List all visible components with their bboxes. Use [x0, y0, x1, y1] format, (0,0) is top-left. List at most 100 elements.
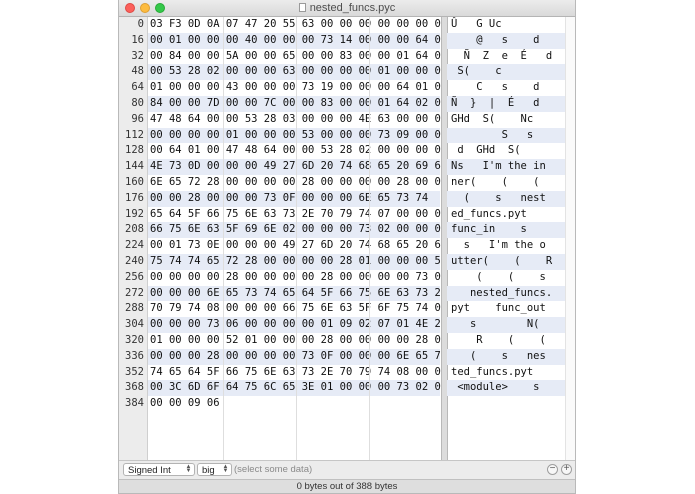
ascii-row[interactable]: ed_funcs.pyt [447, 207, 565, 223]
offset-label: 176 [125, 191, 144, 204]
offset-label: 288 [125, 302, 144, 315]
status-bar: 0 bytes out of 388 bytes [119, 479, 575, 493]
hex-row[interactable]: 00 00 09 06 [148, 396, 440, 412]
status-text: 0 bytes out of 388 bytes [296, 481, 398, 492]
ascii-row[interactable]: GHd S( Nc [447, 112, 565, 128]
hex-row[interactable]: 00 01 73 0E 00 00 00 49 27 6D 20 74 68 6… [148, 238, 447, 254]
hex-row[interactable]: 75 74 74 65 72 28 00 00 00 00 28 01 00 0… [148, 253, 447, 270]
hex-row[interactable]: 4E 73 0D 00 00 00 49 27 6D 20 74 68 65 2… [148, 159, 447, 175]
ascii-row[interactable]: Ns I'm the in [447, 159, 565, 175]
ascii-row[interactable]: ( s nes [447, 348, 565, 365]
hex-rows: 03 F3 0D 0A 07 47 20 55 63 00 00 00 00 0… [148, 17, 447, 412]
offset-label: 256 [125, 270, 144, 283]
ascii-row[interactable] [447, 396, 565, 412]
offset-label: 240 [125, 254, 144, 267]
offset-label: 0 [137, 18, 144, 30]
hex-pane[interactable]: 03 F3 0D 0A 07 47 20 55 63 00 00 00 00 0… [148, 17, 447, 460]
offset-label: 272 [125, 286, 144, 299]
hex-row[interactable]: 74 65 64 5F 66 75 6E 63 73 2E 70 79 74 0… [148, 365, 447, 381]
updown-arrows-icon: ▲ ▼ [222, 464, 229, 474]
hex-row[interactable]: 00 53 28 02 00 00 00 63 00 00 00 00 01 0… [148, 64, 447, 81]
hex-editor-window: nested_funcs.pyc 0 16 32 48 64 80 96 112 128 144 1… [118, 0, 576, 494]
hex-row[interactable]: 01 00 00 00 52 01 00 00 00 28 00 00 00 0… [148, 333, 447, 349]
ascii-row[interactable]: @ s d [447, 32, 565, 49]
offset-label: 336 [125, 349, 144, 362]
title-bar[interactable]: nested_funcs.pyc [119, 0, 575, 17]
offset-label: 224 [125, 239, 144, 252]
ascii-row[interactable]: d GHd S( [447, 143, 565, 159]
hex-row[interactable]: 84 00 00 7D 00 00 7C 00 00 83 00 00 01 6… [148, 95, 447, 112]
ascii-row[interactable]: func_in s [447, 222, 565, 239]
ascii-rows: Û G Uc @ s d Ñ Z e É d S( c C s dÑ } | É… [447, 17, 565, 412]
hex-row[interactable]: 65 64 5F 66 75 6E 63 73 2E 70 79 74 07 0… [148, 207, 447, 223]
offset-label: 48 [131, 65, 144, 78]
offset-label: 96 [131, 112, 144, 125]
document-icon [298, 3, 306, 12]
hex-row[interactable]: 00 01 00 00 00 40 00 00 00 73 14 00 00 0… [148, 32, 447, 49]
hex-row[interactable]: 00 00 00 73 06 00 00 00 00 01 09 02 07 0… [148, 317, 447, 333]
offset-label: 192 [125, 207, 144, 220]
window-title: nested_funcs.pyc [309, 2, 396, 14]
ascii-row[interactable]: ner( ( ( [447, 175, 565, 191]
offset-label: 16 [131, 33, 144, 46]
offset-label: 144 [125, 160, 144, 173]
hex-row[interactable]: 00 00 00 00 28 00 00 00 00 28 00 00 00 0… [148, 270, 447, 286]
column-separator [369, 17, 370, 460]
hex-row[interactable]: 03 F3 0D 0A 07 47 20 55 63 00 00 00 00 0… [148, 17, 447, 33]
hex-row[interactable]: 70 79 74 08 00 00 00 66 75 6E 63 5F 6F 7… [148, 301, 447, 317]
offset-label: 32 [131, 49, 144, 62]
window-title-wrap: nested_funcs.pyc [119, 0, 575, 16]
hex-row[interactable]: 6E 65 72 28 00 00 00 00 28 00 00 00 00 2… [148, 175, 447, 191]
offset-label: 160 [125, 175, 144, 188]
offset-label: 320 [125, 333, 144, 346]
offset-label: 352 [125, 365, 144, 378]
ascii-row[interactable]: Ñ } | É d [447, 95, 565, 112]
offset-column: 0 16 32 48 64 80 96 112 128 144 160 176 192 208 224 240… [119, 17, 148, 460]
ascii-row[interactable]: ted_funcs.pyt [447, 365, 565, 381]
editor-content: 0 16 32 48 64 80 96 112 128 144 160 176 192 208 224 240… [119, 17, 575, 460]
hex-row[interactable]: 00 00 00 28 00 00 00 00 73 0F 00 00 00 6… [148, 348, 447, 365]
plus-button[interactable]: + [561, 464, 572, 475]
endian-select[interactable]: big ▲ ▼ [197, 463, 232, 476]
ascii-row[interactable]: R ( ( [447, 333, 565, 349]
selection-hint: (select some data) [234, 464, 313, 475]
offset-label: 304 [125, 318, 144, 331]
ascii-row[interactable]: ( ( s [447, 270, 565, 286]
column-separator [296, 17, 297, 460]
bottom-toolbar: Signed Int ▲ ▼ big ▲ ▼ (select some data) … [119, 460, 575, 479]
ascii-pane[interactable]: Û G Uc @ s d Ñ Z e É d S( c C s dÑ } | É… [447, 17, 565, 460]
ascii-row[interactable]: S s [447, 127, 565, 144]
number-type-value: Signed Int [128, 465, 171, 476]
vertical-scrollbar[interactable] [565, 17, 575, 460]
offset-label: 384 [125, 397, 144, 410]
hex-row[interactable]: 01 00 00 00 43 00 00 00 73 19 00 00 00 6… [148, 80, 447, 96]
offset-label: 208 [125, 223, 144, 236]
hex-row[interactable]: 00 00 00 6E 65 73 74 65 64 5F 66 75 6E 6… [148, 285, 447, 302]
ascii-row[interactable]: <module> s [447, 380, 565, 397]
offset-label: 112 [125, 128, 144, 141]
ascii-row[interactable]: nested_funcs. [447, 285, 565, 302]
hex-row[interactable]: 00 64 01 00 47 48 64 00 00 53 28 02 00 0… [148, 143, 447, 159]
ascii-row[interactable]: utter( ( R [447, 253, 565, 270]
ascii-row[interactable]: C s d [447, 80, 565, 96]
hex-row[interactable]: 00 84 00 00 5A 00 00 65 00 00 83 00 00 0… [148, 49, 447, 65]
number-type-select[interactable]: Signed Int ▲ ▼ [123, 463, 195, 476]
hex-row[interactable]: 47 48 64 00 00 53 28 03 00 00 00 4E 63 0… [148, 112, 447, 128]
offset-label: 368 [125, 381, 144, 394]
hex-row[interactable]: 00 3C 6D 6F 64 75 6C 65 3E 01 00 00 00 7… [148, 380, 447, 397]
ascii-row[interactable]: Ñ Z e É d [447, 49, 565, 65]
offset-label: 64 [131, 81, 144, 94]
ascii-row[interactable]: s I'm the o [447, 238, 565, 254]
hex-row[interactable]: 00 00 00 00 01 00 00 00 53 00 00 00 73 0… [148, 127, 447, 144]
hex-row[interactable]: 00 00 28 00 00 00 73 0F 00 00 00 6E 65 7… [148, 190, 440, 207]
column-separator [223, 17, 224, 460]
offset-label: 128 [125, 144, 144, 157]
hex-row[interactable]: 66 75 6E 63 5F 69 6E 02 00 00 00 73 02 0… [148, 222, 447, 239]
ascii-row[interactable]: Û G Uc [447, 17, 565, 33]
ascii-row[interactable]: pyt func_out [447, 301, 565, 317]
minus-button[interactable]: − [547, 464, 558, 475]
offset-label: 80 [131, 96, 144, 109]
ascii-row[interactable]: s N( [447, 317, 565, 333]
ascii-row[interactable]: ( s nest [447, 190, 565, 207]
ascii-row[interactable]: S( c [447, 64, 565, 81]
